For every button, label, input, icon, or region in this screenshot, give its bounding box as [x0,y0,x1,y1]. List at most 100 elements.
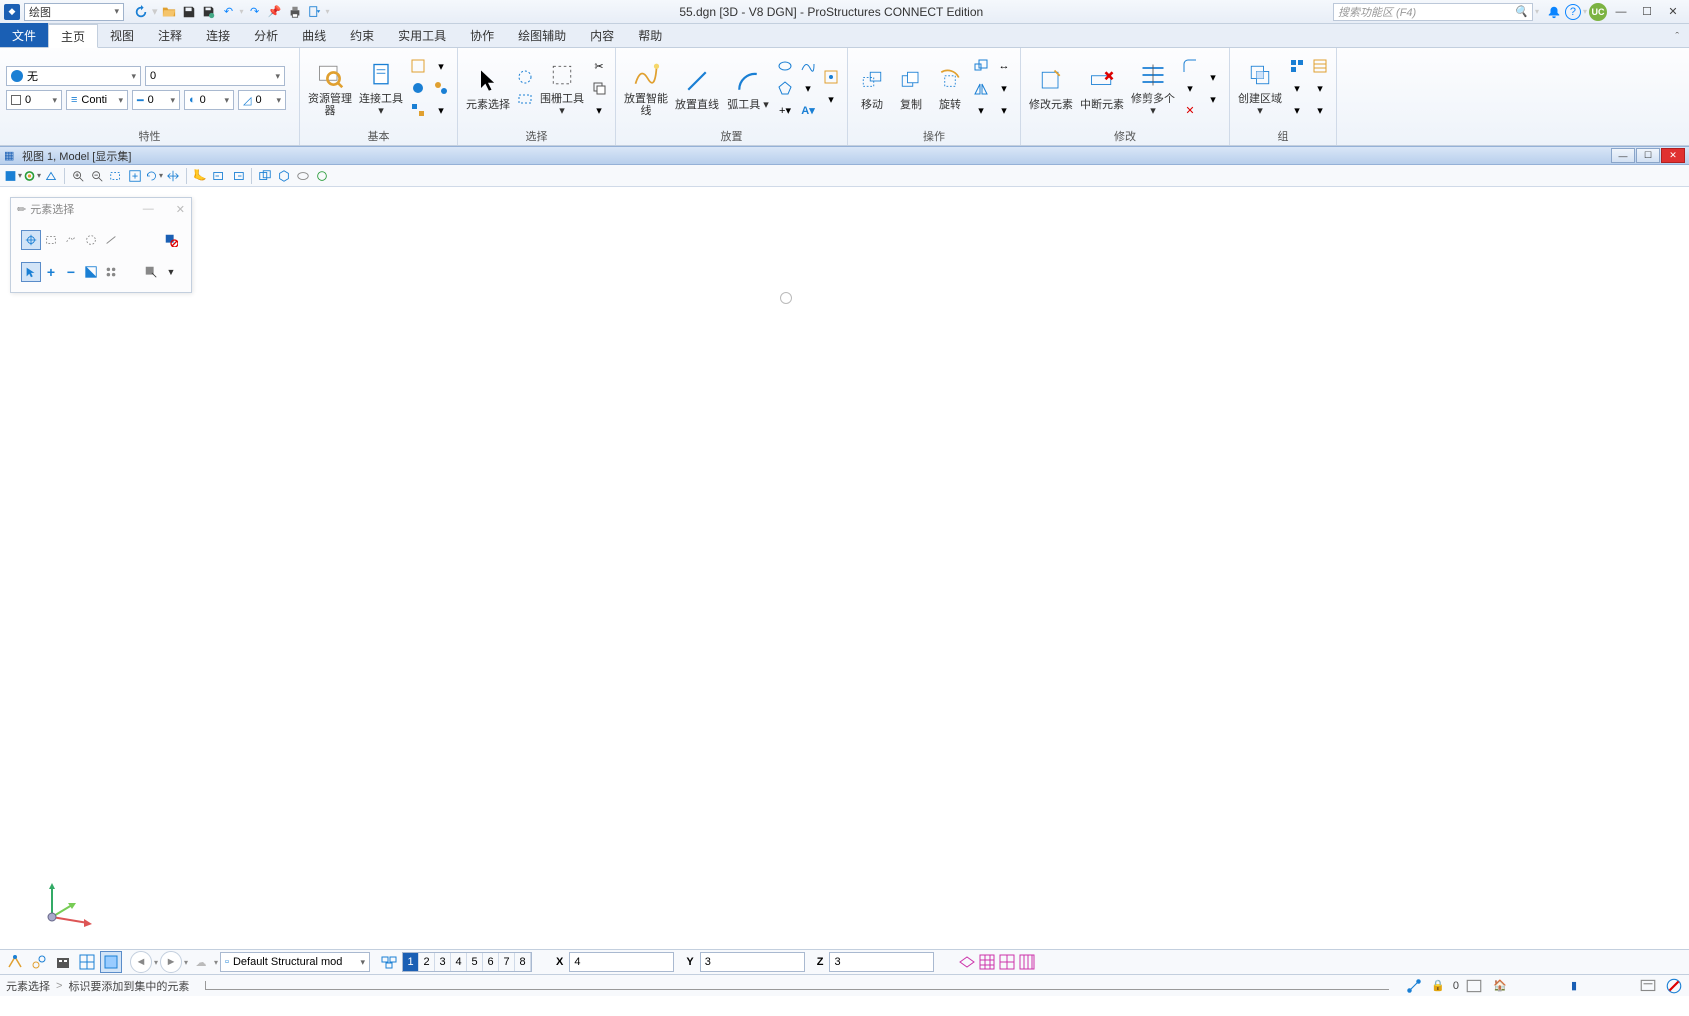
tool-small-5[interactable] [431,78,451,98]
mode-add-icon[interactable]: + [41,262,61,282]
sync-icon[interactable] [132,3,150,21]
text-icon[interactable]: A▾ [798,100,818,120]
accusnap-icon[interactable] [4,951,26,973]
cell-icon[interactable] [821,67,841,87]
align-icon[interactable]: ▾ [994,78,1014,98]
select-individual-icon[interactable] [21,230,41,250]
tab-util[interactable]: 实用工具 [386,23,458,47]
select-rect-icon[interactable] [515,89,535,109]
tab-curve[interactable]: 曲线 [290,23,338,47]
clip-mask-icon[interactable] [294,167,312,185]
perspective-icon[interactable] [42,167,60,185]
grid-lock-icon[interactable] [76,951,98,973]
home-icon[interactable]: 🏠 [1491,977,1509,995]
active-snap-icon[interactable] [100,951,122,973]
grid2-icon[interactable] [998,953,1016,971]
view-num-3[interactable]: 3 [435,953,451,971]
fence-tool-button[interactable]: 围栅工具 ▾ [538,55,586,121]
graphic-group-icon[interactable]: ▾ [1310,100,1330,120]
tool-small-6[interactable]: ▾ [431,100,451,120]
clip-volume-icon[interactable] [275,167,293,185]
save-icon[interactable] [180,3,198,21]
display-style-icon[interactable] [23,167,41,185]
tool-small-3[interactable] [408,100,428,120]
grid3-icon[interactable] [1018,953,1036,971]
tool-small-2[interactable] [408,78,428,98]
view-num-1[interactable]: 1 [403,953,419,971]
help-icon[interactable]: ? [1565,4,1581,20]
trim-button[interactable]: 修剪多个 ▾ [1129,55,1177,121]
create-region-button[interactable]: 创建区域 ▾ [1236,55,1284,121]
modify-element-button[interactable]: 修改元素 [1027,61,1075,115]
mode-new-icon[interactable] [21,262,41,282]
view-maximize[interactable]: ☐ [1636,148,1660,163]
z-input[interactable] [829,952,934,972]
view-num-4[interactable]: 4 [451,953,467,971]
fit-view-icon[interactable] [126,167,144,185]
rotate-button[interactable]: 旋转 [932,61,968,115]
ribbon-collapse[interactable]: ˆ [1665,27,1689,47]
offset-icon[interactable]: ▾ [994,100,1014,120]
search-icon[interactable]: 🔍 [1514,5,1528,18]
weight-combo[interactable]: ━0 [132,90,180,110]
element-select-button[interactable]: 元素选择 [464,61,512,115]
select-circle-tool-icon[interactable] [81,230,101,250]
paste-icon[interactable]: ▾ [589,100,609,120]
tab-content[interactable]: 内容 [578,23,626,47]
array-icon[interactable]: ▾ [971,100,991,120]
spline-icon[interactable] [798,56,818,76]
transparency-combo[interactable]: ◐0 [184,90,234,110]
expand-icon[interactable]: ▼ [161,262,181,282]
cloud-icon[interactable]: ☁ [190,951,212,973]
priority-combo[interactable]: ◿0 [238,90,286,110]
zoom-in-icon[interactable] [69,167,87,185]
pin-icon[interactable]: 📌 [266,3,284,21]
undo-icon[interactable]: ↶ [220,3,238,21]
view-attrs-icon[interactable] [4,167,22,185]
delete-icon[interactable]: ✕ [1180,100,1200,120]
stretch-icon[interactable]: ↔ [994,56,1014,76]
maximize-button[interactable]: ☐ [1635,3,1659,21]
view-minimize[interactable]: — [1611,148,1635,163]
notification-icon[interactable] [1545,3,1563,21]
cut-icon[interactable]: ✂ [589,56,609,76]
select-shape-icon[interactable] [61,230,81,250]
view-next-icon[interactable] [229,167,247,185]
mode-all-icon[interactable] [101,262,121,282]
view-num-5[interactable]: 5 [467,953,483,971]
tab-collab[interactable]: 协作 [458,23,506,47]
tool-small-4[interactable]: ▾ [431,56,451,76]
break-element-button[interactable]: 中断元素 [1078,61,1126,115]
print-icon[interactable] [286,3,304,21]
mode-subtract-icon[interactable]: − [61,262,81,282]
tab-file[interactable]: 文件 [0,23,48,47]
no-connect-icon[interactable] [1665,977,1683,995]
curve-icon[interactable]: ▾ [798,78,818,98]
running-coords-icon[interactable] [1465,977,1483,995]
copy-view-icon[interactable] [256,167,274,185]
rotate-view-icon[interactable] [145,167,163,185]
view-num-7[interactable]: 7 [499,953,515,971]
window-area-icon[interactable] [107,167,125,185]
linestyle-combo[interactable]: ≡Conti [66,90,128,110]
tab-analyze[interactable]: 分析 [242,23,290,47]
nav-fwd[interactable]: ► [160,951,182,973]
y-input[interactable] [700,952,805,972]
view-groups-icon[interactable] [378,951,400,973]
arc-button[interactable]: 弧工具 ▾ [724,61,772,115]
palette-close[interactable]: ✕ [176,203,185,216]
lock-icon[interactable]: 🔒 [1429,977,1447,995]
block-icon[interactable]: ▾ [821,89,841,109]
point-icon[interactable]: +▾ [775,100,795,120]
select-block-icon[interactable] [41,230,61,250]
x-input[interactable] [569,952,674,972]
select-line-tool-icon[interactable] [101,230,121,250]
zoom-out-icon[interactable] [88,167,106,185]
scale-icon[interactable] [971,56,991,76]
view-prev-icon[interactable] [210,167,228,185]
resource-manager-button[interactable]: 资源管理器 [306,55,354,121]
ellipse-icon[interactable] [775,56,795,76]
connect-tool-button[interactable]: 连接工具 ▾ [357,55,405,121]
tab-constraint[interactable]: 约束 [338,23,386,47]
redo-icon[interactable]: ↷ [246,3,264,21]
